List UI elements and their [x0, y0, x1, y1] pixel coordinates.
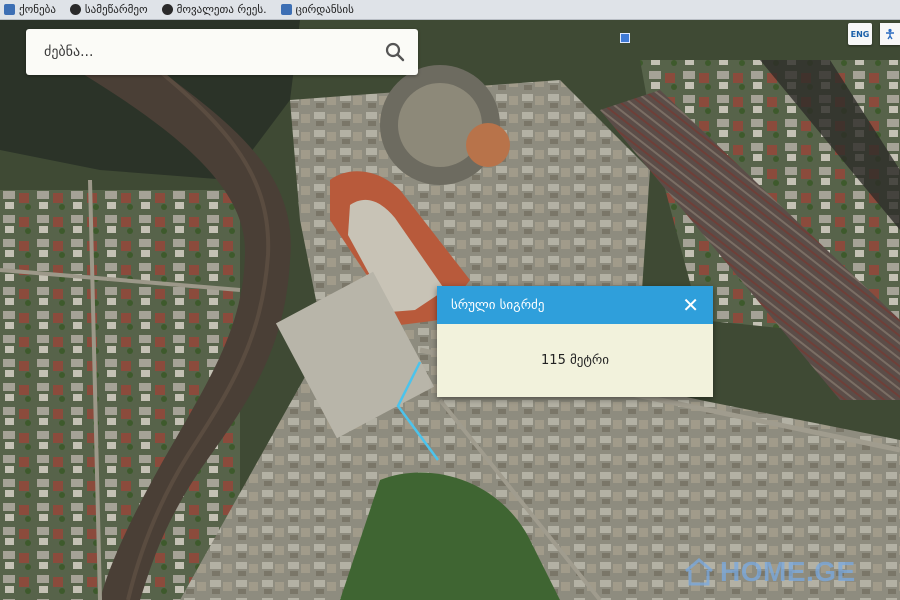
globe-icon: [161, 4, 173, 15]
globe-icon: [69, 4, 81, 15]
search-box: [26, 29, 418, 75]
grid-icon: [4, 4, 15, 15]
watermark: HOME.GE: [682, 556, 856, 588]
search-input[interactable]: [42, 43, 384, 61]
bookmark-item[interactable]: ცირდანსის: [280, 3, 354, 16]
bookmarks-bar: ქონება სამეწარმეო მოვალეთა რეეს. ცირდანს…: [0, 0, 900, 20]
bookmark-item[interactable]: მოვალეთა რეეს.: [161, 3, 267, 16]
folder-icon: [280, 4, 292, 15]
home-logo-icon: [685, 558, 713, 586]
accessibility-icon[interactable]: [880, 23, 900, 45]
bookmark-item[interactable]: სამეწარმეო: [69, 3, 148, 16]
popup-title: სრული სიგრძე: [451, 297, 545, 313]
bookmark-item[interactable]: ქონება: [4, 3, 56, 16]
measurement-popup: სრული სიგრძე ✕ 115 მეტრი: [437, 286, 713, 397]
map-cursor-marker: [620, 33, 630, 43]
popup-body: 115 მეტრი: [437, 324, 713, 397]
watermark-text: HOME.GE: [720, 556, 856, 587]
language-toggle-button[interactable]: ENG: [848, 23, 872, 45]
close-icon[interactable]: ✕: [682, 295, 699, 315]
measured-length: 115 მეტრი: [541, 353, 609, 368]
search-icon[interactable]: [384, 41, 406, 63]
popup-header: სრული სიგრძე ✕: [437, 286, 713, 324]
